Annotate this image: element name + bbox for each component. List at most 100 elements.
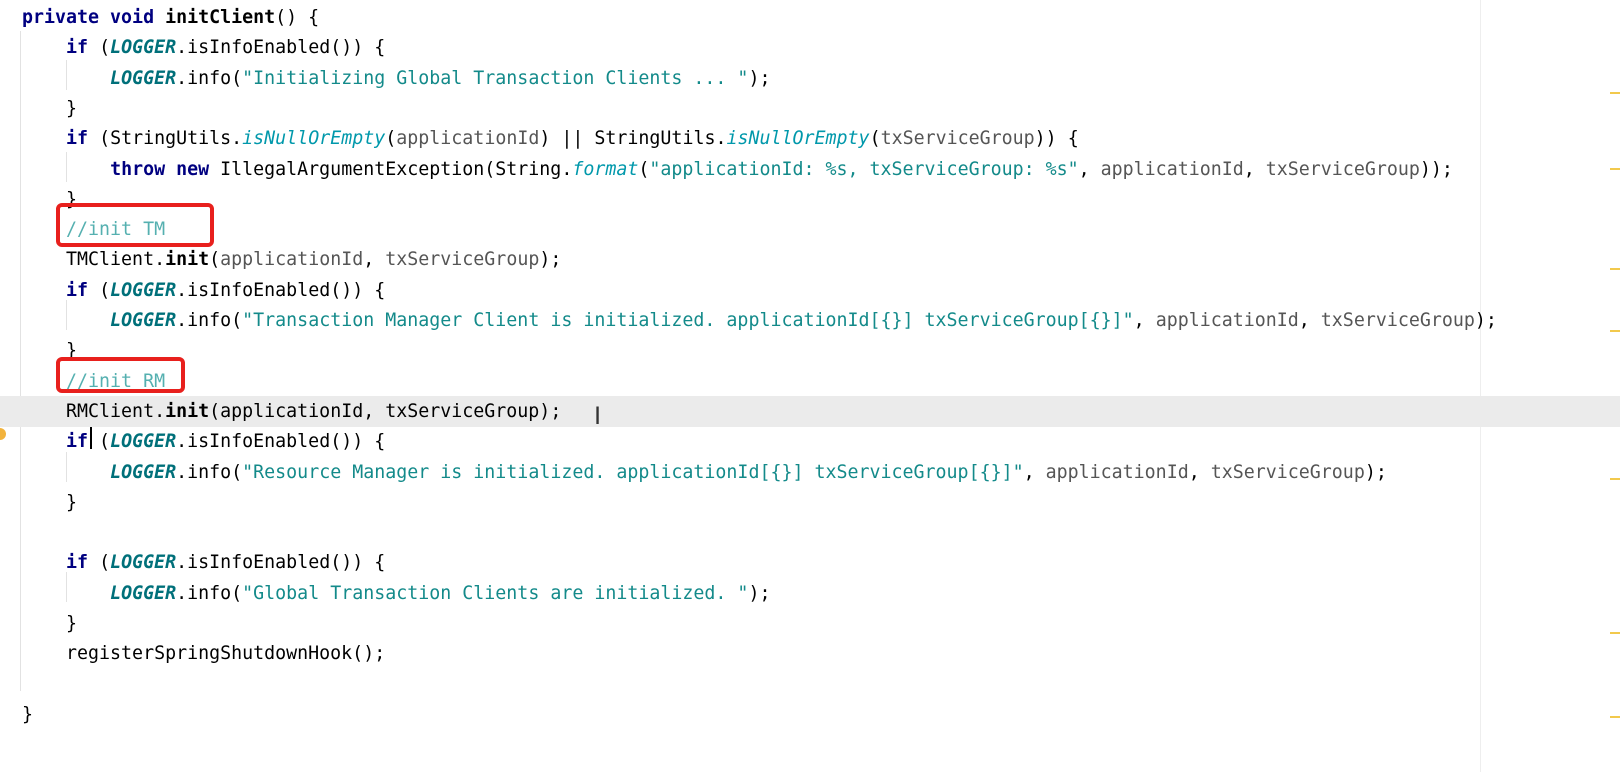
code-text: } (22, 699, 33, 730)
code-token: } (22, 703, 34, 725)
code-token: () { (275, 7, 320, 28)
code-line[interactable]: if (StringUtils.isNullOrEmpty(applicatio… (0, 123, 1620, 154)
scrollbar-marker[interactable] (1610, 268, 1620, 270)
scrollbar-marker[interactable] (1610, 330, 1620, 332)
code-token: ( (99, 279, 111, 301)
code-token: ) || StringUtils. (539, 128, 727, 150)
code-token: LOGGER (110, 461, 177, 483)
code-token: .info( (176, 461, 243, 483)
highlight-box-init-rm (56, 357, 185, 393)
code-line[interactable]: LOGGER.info("Global Transaction Clients … (0, 578, 1620, 609)
code-token: , (1243, 158, 1266, 180)
code-token: ( (99, 37, 111, 59)
code-token: ( (209, 249, 221, 271)
code-token: applicationId (396, 128, 540, 150)
code-token: ( (869, 128, 881, 150)
code-text: LOGGER.info("Global Transaction Clients … (22, 578, 770, 609)
scrollbar-marker[interactable] (1610, 168, 1620, 170)
code-token: LOGGER (110, 67, 177, 89)
code-token: txServiceGroup (1210, 461, 1365, 483)
code-text: LOGGER.info("Resource Manager is initial… (22, 457, 1387, 488)
code-text: private void initClient() { (22, 2, 319, 33)
code-line[interactable]: } (0, 487, 1620, 518)
code-token: init (165, 400, 210, 422)
code-text: if (LOGGER.isInfoEnabled()) { (22, 547, 385, 578)
code-line[interactable] (0, 669, 1620, 700)
code-token: , (1298, 310, 1321, 331)
code-line[interactable]: RMClient.init(applicationId, txServiceGr… (0, 395, 1620, 427)
code-token: .isInfoEnabled()) { (176, 37, 386, 59)
code-token: txServiceGroup (880, 128, 1035, 150)
code-token: RMClient. (22, 400, 166, 422)
code-line[interactable]: } (0, 699, 1620, 730)
code-token: registerSpringShutdownHook(); (22, 643, 386, 665)
scrollbar-marker[interactable] (1610, 716, 1620, 718)
code-token: LOGGER (110, 552, 177, 574)
code-line[interactable]: //init RM (0, 366, 1620, 397)
code-line[interactable]: private void initClient() { (0, 2, 1620, 33)
code-token: LOGGER (110, 431, 177, 453)
highlight-box-init-tm (56, 203, 214, 247)
code-token: , (1188, 461, 1211, 483)
code-text: } (22, 608, 77, 639)
scrollbar-marker[interactable] (1610, 632, 1620, 634)
code-token: ); (748, 582, 771, 604)
code-token: if (66, 128, 100, 150)
code-token: LOGGER (110, 279, 177, 301)
code-editor[interactable]: private void initClient() { if (LOGGER.i… (0, 0, 1620, 772)
code-line[interactable] (0, 517, 1620, 548)
code-line[interactable]: LOGGER.info("Transaction Manager Client … (0, 305, 1620, 336)
code-token: LOGGER (110, 582, 177, 604)
code-line[interactable]: } (0, 184, 1620, 215)
code-token: txServiceGroup (385, 249, 540, 271)
code-token: isNullOrEmpty (726, 128, 870, 150)
code-token: applicationId (1155, 310, 1299, 331)
code-token: applicationId (1100, 158, 1244, 180)
code-line[interactable]: } (0, 335, 1620, 366)
code-token: "Global Transaction Clients are initiali… (242, 582, 749, 604)
code-token: if (66, 279, 100, 301)
text-caret (90, 427, 92, 449)
scrollbar-marker[interactable] (1610, 92, 1620, 94)
code-text: } (22, 487, 77, 518)
code-token: private void (22, 7, 166, 28)
code-text: TMClient.init(applicationId, txServiceGr… (22, 244, 561, 275)
code-token: "Initializing Global Transaction Clients… (242, 67, 749, 89)
code-line[interactable]: } (0, 608, 1620, 639)
code-text: if (LOGGER.isInfoEnabled()) { (22, 32, 385, 63)
code-line[interactable]: } (0, 93, 1620, 124)
code-text: LOGGER.info("Initializing Global Transac… (22, 63, 770, 94)
code-token: , (1023, 461, 1046, 483)
code-token: initClient (165, 7, 276, 28)
code-token: .isInfoEnabled()) { (176, 279, 386, 301)
code-line[interactable]: throw new IllegalArgumentException(Strin… (0, 154, 1620, 185)
code-line[interactable]: //init TM (0, 214, 1620, 245)
code-token: ( (385, 128, 397, 150)
code-line[interactable]: if (LOGGER.isInfoEnabled()) { (0, 275, 1620, 306)
code-token: ( (99, 552, 111, 574)
code-token: LOGGER (110, 37, 177, 59)
code-line[interactable]: registerSpringShutdownHook(); (0, 638, 1620, 669)
code-token: ); (1474, 310, 1497, 331)
scrollbar-marker[interactable] (1610, 478, 1620, 480)
code-token: IllegalArgumentException(String. (220, 158, 573, 180)
code-token: init (165, 249, 210, 271)
code-line[interactable]: if (LOGGER.isInfoEnabled()) { (0, 426, 1620, 457)
code-text: } (22, 93, 77, 124)
code-line[interactable]: LOGGER.info("Resource Manager is initial… (0, 457, 1620, 488)
code-line[interactable]: if (LOGGER.isInfoEnabled()) { (0, 32, 1620, 63)
code-line[interactable]: TMClient.init(applicationId, txServiceGr… (0, 244, 1620, 275)
code-token: .isInfoEnabled()) { (176, 431, 386, 453)
code-token: ); (539, 249, 562, 271)
code-token: .isInfoEnabled()) { (176, 552, 386, 574)
code-line[interactable]: LOGGER.info("Initializing Global Transac… (0, 63, 1620, 94)
code-text: if (StringUtils.isNullOrEmpty(applicatio… (22, 123, 1079, 154)
code-line[interactable]: if (LOGGER.isInfoEnabled()) { (0, 547, 1620, 578)
